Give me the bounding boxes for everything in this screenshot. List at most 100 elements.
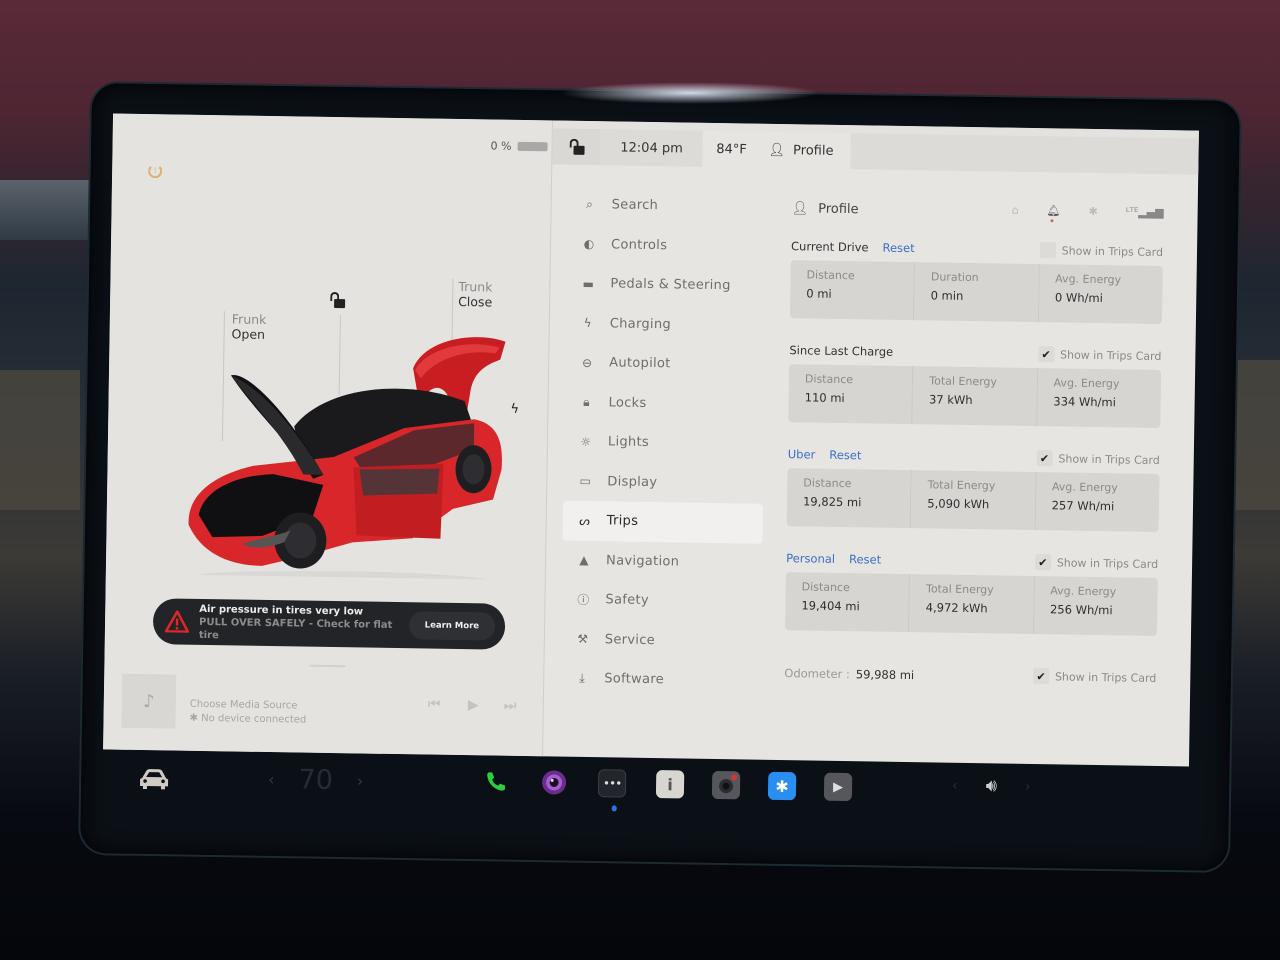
outside-temperature: 84°F (702, 130, 761, 168)
car-controls-icon[interactable] (138, 768, 170, 790)
trip-stat-label: Avg. Energy (1055, 272, 1122, 287)
trip-section-title[interactable]: Uber (788, 447, 816, 461)
show-in-trips-card-toggle[interactable]: Show in Trips Card (1039, 242, 1164, 260)
status-bar-spacer (850, 133, 1199, 175)
trip-stat-value: 37 kWh (928, 392, 973, 408)
volume-up-button[interactable]: › (1025, 778, 1031, 794)
status-lock-button[interactable] (552, 128, 601, 166)
active-app-indicator (611, 805, 617, 812)
previous-track-button[interactable]: ⏮ (428, 697, 441, 713)
checkbox-unchecked-icon[interactable] (1039, 242, 1056, 259)
menu-item-autopilot[interactable]: ⊖ Autopilot (565, 343, 766, 386)
checkbox-checked-icon[interactable]: ✔ (1032, 668, 1050, 685)
homelink-icon[interactable]: ⌂ (1012, 204, 1019, 217)
speed-decrease-button[interactable]: ‹ (268, 770, 275, 789)
menu-item-label: Controls (610, 237, 668, 253)
camera-app-icon[interactable] (540, 768, 568, 796)
media-player: ♪ Choose Media Source ✱ No device connec… (121, 673, 542, 737)
trunk-state[interactable]: Close (458, 294, 492, 310)
odometer-show-in-trips-card[interactable]: ✔ Show in Trips Card (1032, 668, 1157, 686)
trip-stat-value: 334 Wh/mi (1053, 394, 1116, 410)
speed-increase-button[interactable]: › (357, 771, 364, 790)
show-in-trips-card-label: Show in Trips Card (1054, 669, 1157, 685)
trip-stat: Distance 19,404 mi (785, 572, 911, 633)
menu-item-service[interactable]: ⚒ Service (561, 619, 762, 662)
status-profile-button[interactable]: 👤︎ Profile (760, 131, 851, 170)
trip-section: Uber Reset ✔ Show in Trips Card Distance 19,8… (786, 440, 1160, 532)
phone-app-icon[interactable] (482, 767, 510, 795)
menu-item-label: Service (604, 632, 656, 648)
reset-button[interactable]: Reset (849, 552, 881, 567)
unlock-icon[interactable] (330, 291, 346, 309)
menu-item-label: Navigation (605, 553, 680, 570)
menu-item-charging[interactable]: ϟ Charging (566, 303, 767, 346)
trips-panel: 👤︎ Profile ⌂ 🔔︎ ✱ ᴸᵀᴱ▂▄▆ Current Drive Re… (784, 188, 1164, 694)
menu-item-safety[interactable]: ⓘ Safety (561, 580, 762, 623)
menu-item-label: Trips (606, 513, 639, 530)
battery-bar (517, 141, 548, 152)
trip-stat: Total Energy 5,090 kWh (910, 470, 1037, 531)
background-window (0, 180, 90, 240)
trunk-callout[interactable]: Trunk Close (458, 279, 493, 310)
reset-button[interactable]: Reset (882, 241, 914, 256)
trip-section-title[interactable]: Personal (786, 551, 835, 566)
menu-item-navigation[interactable]: ▲ Navigation (562, 540, 763, 583)
light-glare (560, 82, 820, 104)
theater-app-icon[interactable]: ▶ (823, 772, 853, 802)
trip-stat-label: Total Energy (925, 582, 994, 597)
lock-icon: 🔒︎ (583, 394, 591, 409)
music-note-icon[interactable]: ♪ (121, 673, 177, 729)
menu-item-software[interactable]: ⤓ Software (560, 659, 761, 702)
trip-stat-value: 256 Wh/mi (1049, 602, 1113, 618)
panel-handle[interactable] (309, 664, 346, 668)
bluetooth-app-icon[interactable]: ✱ (767, 771, 797, 801)
more-apps-icon[interactable]: ••• (597, 769, 627, 798)
checkbox-checked-icon[interactable]: ✔ (1037, 346, 1055, 363)
trips-icon: ᔕ (579, 513, 591, 528)
trip-stat-value: 257 Wh/mi (1051, 498, 1115, 514)
checkbox-checked-icon[interactable]: ✔ (1034, 554, 1051, 571)
profile-row[interactable]: 👤︎ Profile ⌂ 🔔︎ ✱ ᴸᵀᴱ▂▄▆ (791, 188, 1164, 234)
show-in-trips-card-toggle[interactable]: ✔ Show in Trips Card (1034, 554, 1159, 572)
notification-bell-icon[interactable]: 🔔︎ (1047, 204, 1061, 217)
menu-item-trips[interactable]: ᔕ Trips (562, 500, 764, 544)
trip-stat-label: Avg. Energy (1053, 376, 1120, 391)
battery-percent: 0 % (490, 139, 512, 153)
media-status-text: No device connected (201, 712, 307, 726)
trip-stat-label: Total Energy (929, 374, 998, 389)
menu-item-pedals-steering[interactable]: ▬ Pedals & Steering (566, 264, 767, 307)
menu-item-locks[interactable]: 🔒︎ Locks (564, 382, 765, 425)
menu-item-label: Search (611, 197, 659, 214)
volume-down-button[interactable]: ‹ (952, 777, 958, 793)
owners-manual-icon[interactable]: i (655, 770, 685, 799)
play-button[interactable]: ▶ (468, 697, 479, 713)
odometer-value: 59,988 mi (855, 667, 915, 683)
menu-item-display[interactable]: ▭ Display (563, 461, 764, 504)
menu-item-lights[interactable]: ☼ Lights (564, 422, 765, 465)
wrench-icon: ⚒ (577, 632, 589, 647)
next-track-button[interactable]: ⏭ (504, 698, 517, 714)
show-in-trips-card-toggle[interactable]: ✔ Show in Trips Card (1036, 450, 1160, 468)
show-in-trips-card-toggle[interactable]: ✔ Show in Trips Card (1037, 346, 1162, 364)
learn-more-button[interactable]: Learn More (408, 611, 496, 641)
status-bar: 12:04 pm 84°F 👤︎ Profile (552, 120, 1199, 175)
trip-section-title: Current Drive (790, 239, 869, 255)
trip-stat-label: Duration (930, 270, 979, 285)
trip-stats-card: Distance 19,404 mi Total Energy 4,972 kWh Av… (785, 572, 1158, 636)
menu-item-search[interactable]: ⌕ Search (567, 185, 768, 228)
media-source-title[interactable]: Choose Media Source (190, 699, 298, 712)
trip-stat: Distance 0 mi (789, 260, 916, 321)
trip-stat: Total Energy 4,972 kWh (909, 574, 1035, 635)
bluetooth-icon[interactable]: ✱ (1088, 205, 1097, 218)
media-source-status: ✱ No device connected (189, 713, 306, 726)
bluetooth-small-icon: ✱ (189, 712, 202, 724)
menu-item-label: Pedals & Steering (610, 276, 731, 294)
reset-button[interactable]: Reset (829, 448, 861, 463)
trip-section-header: Personal Reset ✔ Show in Trips Card (786, 544, 1158, 578)
speaker-icon[interactable]: 🔊︎ (986, 775, 998, 796)
menu-item-controls[interactable]: ◐ Controls (567, 224, 768, 267)
checkbox-checked-icon[interactable]: ✔ (1036, 450, 1053, 467)
dashcam-app-icon[interactable] (711, 770, 741, 800)
settings-menu: ⌕ Search ◐ Controls ▬ Pedals & Steering ϟ Charg… (560, 185, 768, 702)
trip-stat-value: 4,972 kWh (925, 600, 988, 616)
